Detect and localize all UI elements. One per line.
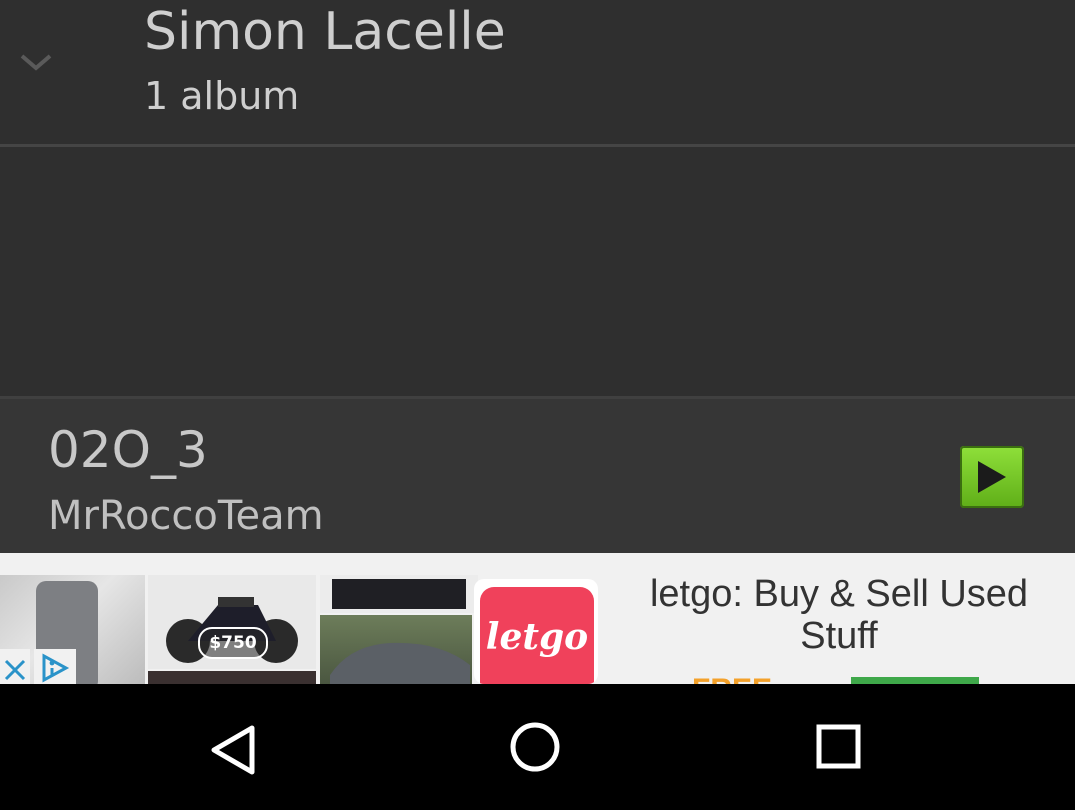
chevron-down-icon[interactable] <box>18 50 54 74</box>
recents-icon[interactable] <box>808 720 868 780</box>
now-playing-bar[interactable]: 02O_3 MrRoccoTeam <box>0 396 1075 553</box>
price-badge: $750 <box>198 627 268 659</box>
ad-install-button[interactable] <box>851 677 979 684</box>
ad-free-label: FREE <box>692 673 772 684</box>
ad-close-button[interactable] <box>0 649 30 684</box>
ad-image-motorbike: $750 <box>148 575 316 669</box>
track-artist: MrRoccoTeam <box>48 493 324 539</box>
album-count: 1 album <box>144 74 300 118</box>
ad-brand-logo: letgo <box>474 579 598 684</box>
ad-banner[interactable]: $750 letgo letgo: Buy & Sell Used Stuff … <box>0 553 1075 684</box>
letgo-logo-text: letgo <box>480 587 594 684</box>
play-icon <box>978 461 1006 493</box>
ad-image-strip <box>148 671 316 684</box>
ad-image-car <box>320 615 472 684</box>
play-button[interactable] <box>960 446 1024 508</box>
ad-headline[interactable]: letgo: Buy & Sell Used Stuff <box>606 573 1072 657</box>
artist-row[interactable]: Simon Lacelle 1 album <box>0 0 1075 147</box>
track-title: 02O_3 <box>48 421 208 479</box>
back-icon[interactable] <box>204 720 264 780</box>
artist-name: Simon Lacelle <box>144 2 506 62</box>
adchoices-icon <box>42 653 70 683</box>
home-icon[interactable] <box>505 720 565 780</box>
adchoices-button[interactable] <box>34 649 76 684</box>
ad-image-sofa <box>320 575 478 613</box>
list-empty-area <box>0 147 1075 396</box>
system-nav-bar <box>0 684 1075 810</box>
close-icon <box>4 659 26 681</box>
